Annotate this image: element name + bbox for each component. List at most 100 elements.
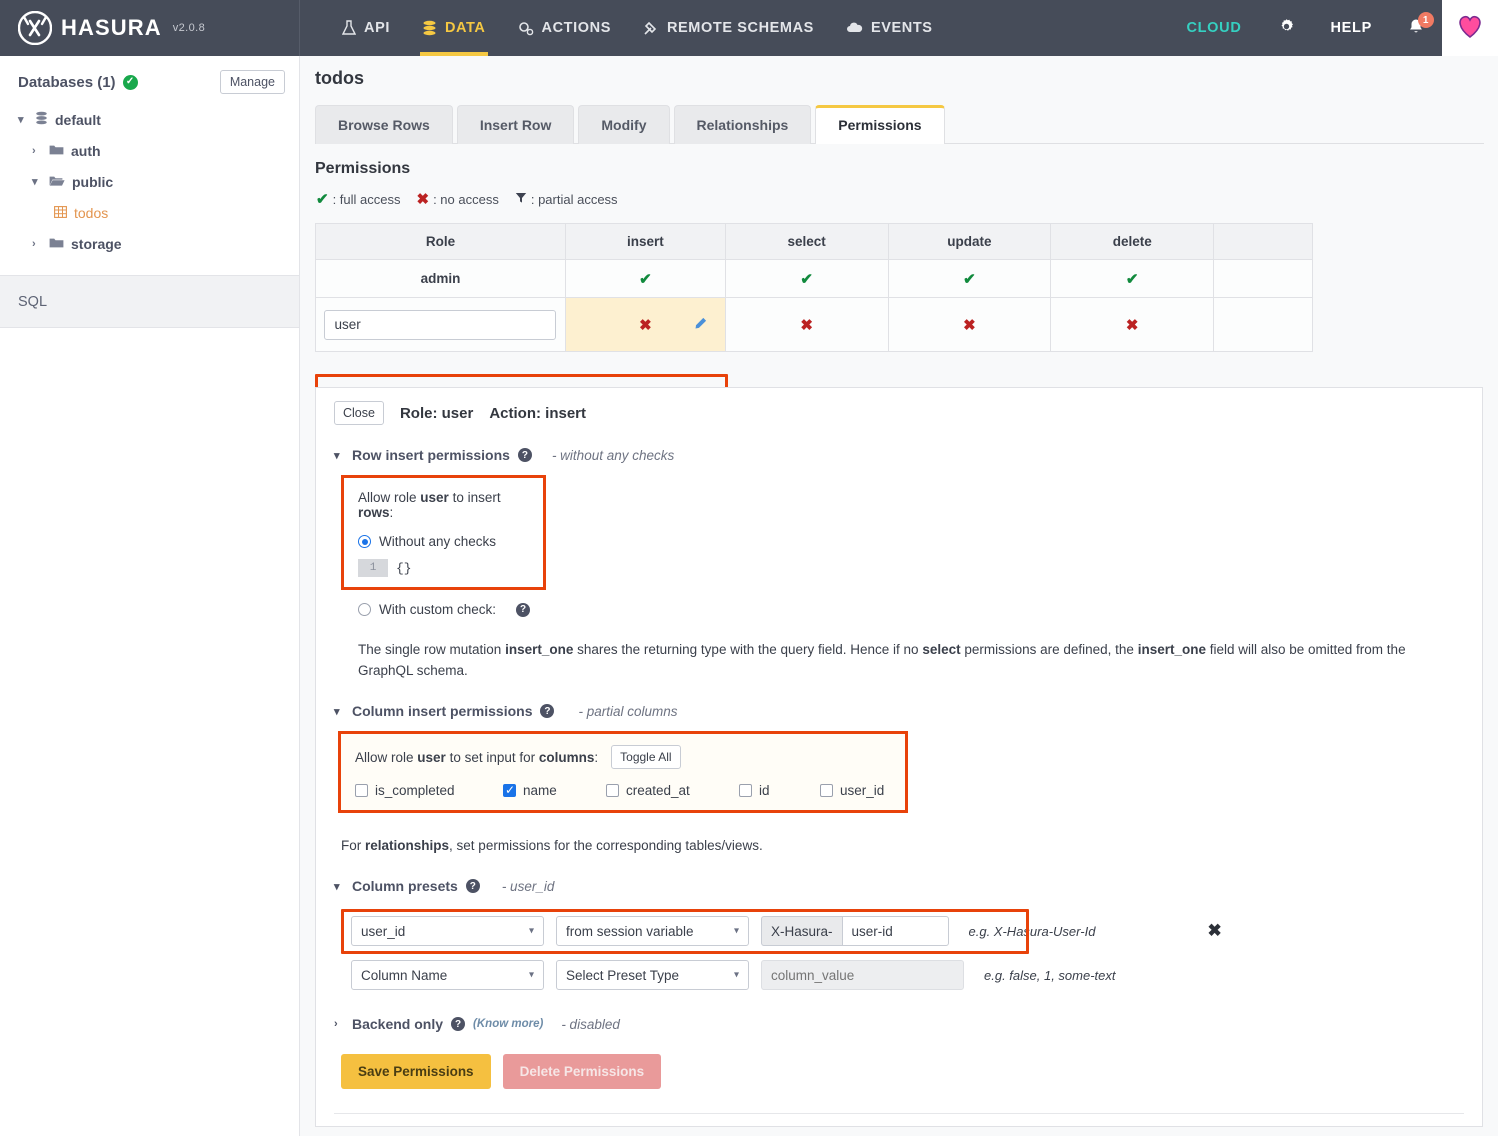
tab-browse-rows[interactable]: Browse Rows xyxy=(315,105,453,144)
checkbox-icon[interactable] xyxy=(739,784,752,797)
cell-user-update[interactable]: ✖ xyxy=(887,297,1052,352)
notifications-button[interactable]: 1 xyxy=(1390,0,1442,56)
th-select: select xyxy=(724,223,889,260)
preset-type-select-empty[interactable]: Select Preset Type ▾ xyxy=(556,960,749,990)
note-part-3: permissions are defined, the xyxy=(960,642,1138,657)
row-check-code-editor[interactable]: 1 {} xyxy=(358,559,529,577)
brand-logo-area[interactable]: HASURA v2.0.8 xyxy=(0,0,300,56)
nav-item-remote-schemas[interactable]: REMOTE SCHEMAS xyxy=(627,0,830,56)
cell-admin-insert[interactable]: ✔ xyxy=(564,259,726,298)
chevron-down-icon[interactable]: ▾ xyxy=(32,175,42,188)
nav-item-events[interactable]: EVENTS xyxy=(830,0,949,56)
permissions-table: Role insert select update delete admin ✔… xyxy=(315,223,1313,352)
radio-with-custom-check[interactable]: With custom check: ? xyxy=(358,602,1482,617)
tab-permissions[interactable]: Permissions xyxy=(815,105,945,144)
brand-name: HASURA xyxy=(61,15,162,40)
cell-admin-update[interactable]: ✔ xyxy=(887,259,1052,298)
section-backend-only[interactable]: › Backend only ? (Know more) - disabled xyxy=(316,1016,1482,1032)
preset-type-placeholder: Select Preset Type xyxy=(566,967,680,983)
checkbox-icon[interactable] xyxy=(820,784,833,797)
chevron-down-icon[interactable]: ▾ xyxy=(334,880,344,893)
checkbox-is-completed[interactable]: is_completed xyxy=(355,783,503,798)
help-icon[interactable]: ? xyxy=(540,704,555,718)
hasura-logo-icon xyxy=(17,10,53,46)
preset-column-placeholder: Column Name xyxy=(361,967,448,983)
chevron-right-icon[interactable]: › xyxy=(32,145,42,157)
checkbox-icon[interactable] xyxy=(606,784,619,797)
nav-item-data[interactable]: DATA xyxy=(406,0,502,56)
role-name-input[interactable] xyxy=(324,309,557,340)
tree-item-public[interactable]: ▾ public xyxy=(0,166,299,197)
section-column-insert-permissions[interactable]: ▾ Column insert permissions ? - partial … xyxy=(316,703,1482,719)
help-icon[interactable]: ? xyxy=(517,448,532,462)
tree-item-todos[interactable]: todos xyxy=(0,197,299,228)
chevron-down-icon[interactable]: ▾ xyxy=(334,705,344,718)
checkbox-label: name xyxy=(523,783,557,798)
rel-part-2: , set permissions for the corresponding … xyxy=(449,838,763,853)
database-icon xyxy=(35,111,48,128)
cell-admin-delete[interactable]: ✔ xyxy=(1050,259,1215,298)
checkbox-label: user_id xyxy=(840,783,885,798)
save-permissions-button[interactable]: Save Permissions xyxy=(341,1054,491,1089)
tree-item-default[interactable]: ▾ default xyxy=(0,104,299,135)
avatar[interactable] xyxy=(1442,0,1498,56)
sidebar-item-sql[interactable]: SQL xyxy=(0,275,299,328)
radio-icon-unselected[interactable] xyxy=(358,603,371,616)
toggle-all-button[interactable]: Toggle All xyxy=(611,745,681,769)
close-button[interactable]: Close xyxy=(334,401,384,425)
delete-permissions-button[interactable]: Delete Permissions xyxy=(502,1054,662,1089)
chevron-right-icon[interactable]: › xyxy=(334,1018,344,1030)
section-column-presets[interactable]: ▾ Column presets ? - user_id xyxy=(316,878,1482,894)
tree-item-storage[interactable]: › storage xyxy=(0,228,299,259)
columns-object: columns xyxy=(538,749,595,765)
cell-user-delete[interactable]: ✖ xyxy=(1050,297,1215,352)
radio-icon-selected[interactable] xyxy=(358,535,371,548)
help-icon[interactable]: ? xyxy=(451,1017,466,1031)
chevron-down-icon: ▾ xyxy=(733,969,739,981)
tree-item-auth[interactable]: › auth xyxy=(0,135,299,166)
manage-databases-button[interactable]: Manage xyxy=(219,70,285,94)
cell-user-select[interactable]: ✖ xyxy=(724,297,889,352)
help-icon[interactable]: ? xyxy=(516,602,531,617)
checkbox-created-at[interactable]: created_at xyxy=(606,783,739,798)
nav-item-actions[interactable]: ACTIONS xyxy=(502,0,627,56)
checkbox-icon[interactable] xyxy=(355,784,368,797)
help-icon[interactable]: ? xyxy=(465,879,480,893)
tree-label-auth: auth xyxy=(71,142,101,159)
section-row-insert-permissions[interactable]: ▾ Row insert permissions ? - without any… xyxy=(316,447,1482,463)
settings-button[interactable] xyxy=(1260,0,1313,56)
cell-user-insert[interactable]: ✖ xyxy=(564,297,726,352)
chevron-right-icon[interactable]: › xyxy=(32,238,42,250)
help-link[interactable]: HELP xyxy=(1313,0,1390,56)
edit-pencil-icon[interactable] xyxy=(694,317,707,333)
tab-modify[interactable]: Modify xyxy=(578,105,670,144)
tab-relationships[interactable]: Relationships xyxy=(673,105,812,144)
tab-insert-row[interactable]: Insert Row xyxy=(456,105,575,144)
preset-column-select-empty[interactable]: Column Name ▾ xyxy=(351,960,544,990)
note-part-1: The single row mutation xyxy=(358,642,506,657)
cloud-link[interactable]: CLOUD xyxy=(1168,0,1259,56)
checkbox-name[interactable]: name xyxy=(503,783,606,798)
checkbox-id[interactable]: id xyxy=(739,783,820,798)
preset-value-input-empty[interactable] xyxy=(761,960,964,990)
checkbox-user-id[interactable]: user_id xyxy=(820,783,884,798)
row-insert-options-box: Allow role user to insert rows: Without … xyxy=(341,475,546,590)
remove-preset-button[interactable]: ✖ xyxy=(1207,921,1221,941)
columns-role: user xyxy=(417,749,446,765)
radio-without-any-checks[interactable]: Without any checks xyxy=(358,534,529,549)
th-empty xyxy=(1213,223,1313,260)
column-permissions-box: Allow role user to set input for columns… xyxy=(338,731,908,813)
preset-column-select[interactable]: user_id ▾ xyxy=(351,916,544,946)
note-bold-2: select xyxy=(922,642,961,657)
row-insert-title: Row insert permissions xyxy=(352,447,510,463)
cloud-icon xyxy=(846,21,863,35)
nav-item-api[interactable]: API xyxy=(326,0,406,56)
session-variable-input[interactable] xyxy=(841,916,949,946)
know-more-link[interactable]: (Know more) xyxy=(473,1018,543,1030)
cell-admin-select[interactable]: ✔ xyxy=(724,259,889,298)
chevron-down-icon[interactable]: ▾ xyxy=(18,113,28,126)
checkbox-icon-checked[interactable] xyxy=(503,783,516,797)
plug-icon xyxy=(643,20,659,36)
preset-type-select[interactable]: from session variable ▾ xyxy=(556,916,749,946)
chevron-down-icon[interactable]: ▾ xyxy=(334,449,344,462)
